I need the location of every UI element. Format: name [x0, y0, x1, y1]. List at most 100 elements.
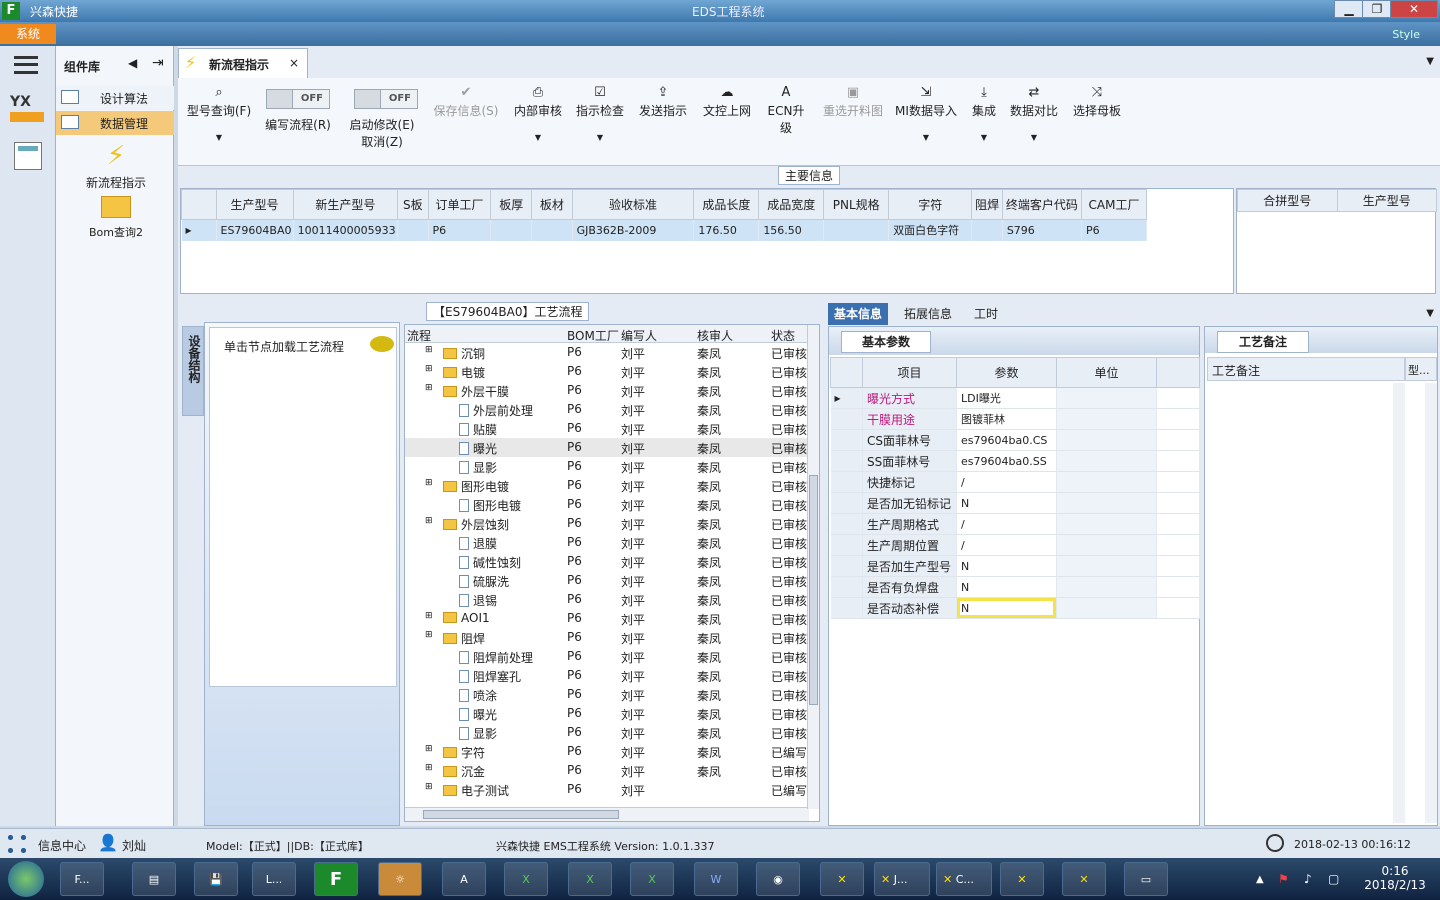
column-header[interactable]: 板厚: [490, 189, 533, 220]
tree-node[interactable]: 显影 P6 刘平 秦凤 已审核: [405, 457, 819, 476]
param-value[interactable]: N: [956, 492, 1057, 514]
grid-cell[interactable]: P6: [1081, 219, 1148, 241]
tree-node[interactable]: ⊞ 电镀 P6 刘平 秦凤 已审核: [405, 362, 819, 381]
column-header[interactable]: 字符: [888, 189, 973, 220]
param-value[interactable]: es79604ba0.CS: [956, 429, 1057, 451]
expand-toggle-icon[interactable]: ⊞: [425, 478, 433, 488]
tray-expand-icon[interactable]: ▲: [1256, 874, 1264, 885]
column-header[interactable]: PNL规格: [823, 189, 890, 220]
param-row[interactable]: 干膜用途 图镀菲林: [830, 408, 1200, 430]
tree-node[interactable]: ⊞ 阻焊 P6 刘平 秦凤 已审核: [405, 628, 819, 647]
column-header[interactable]: 生产型号: [215, 189, 294, 220]
column-header[interactable]: 单位: [1056, 357, 1157, 388]
param-item[interactable]: 生产周期格式: [862, 513, 957, 535]
start-edit-toggle[interactable]: OFF: [354, 89, 418, 109]
param-unit[interactable]: [1056, 555, 1157, 577]
param-item[interactable]: 是否动态补偿: [862, 597, 957, 619]
tree-node[interactable]: 退锡 P6 刘平 秦凤 已审核: [405, 590, 819, 609]
grid-cell[interactable]: ES79604BA0: [216, 219, 294, 241]
param-unit[interactable]: [1056, 534, 1157, 556]
taskbar-app-word[interactable]: W: [694, 862, 738, 896]
yx-app-icon[interactable]: YX: [10, 94, 44, 126]
param-row[interactable]: SS面菲林号 es79604ba0.SS: [830, 450, 1200, 472]
param-unit[interactable]: [1056, 408, 1157, 430]
column-header[interactable]: 新生产型号: [292, 189, 399, 220]
grid-cell[interactable]: [531, 219, 573, 241]
launcher-new-flow[interactable]: ⚡ 新流程指示: [78, 138, 154, 191]
column-header[interactable]: 成品长度: [693, 189, 760, 220]
tree-node[interactable]: ⊞ 电子测试 P6 刘平 已编写: [405, 780, 819, 799]
param-unit[interactable]: [1056, 576, 1157, 598]
param-unit[interactable]: [1056, 429, 1157, 451]
expand-toggle-icon[interactable]: ⊞: [425, 383, 433, 393]
row-selector[interactable]: [830, 492, 863, 514]
tab-close-icon[interactable]: ×: [289, 56, 299, 70]
side-tab-equipment[interactable]: 设备结构: [182, 326, 204, 416]
taskbar-app-excel-2[interactable]: X: [568, 862, 612, 896]
param-unit[interactable]: [1056, 597, 1157, 619]
grid-cell[interactable]: S796: [1002, 219, 1082, 241]
tree-node[interactable]: 碱性蚀刻 P6 刘平 秦凤 已审核: [405, 552, 819, 571]
param-unit[interactable]: [1056, 513, 1157, 535]
column-header[interactable]: 订单工厂: [427, 189, 492, 220]
param-item[interactable]: SS面菲林号: [862, 450, 957, 472]
tree-node[interactable]: ⊞ 外层干膜 P6 刘平 秦凤 已审核: [405, 381, 819, 400]
param-value[interactable]: /: [956, 471, 1057, 493]
tree-node[interactable]: 退膜 P6 刘平 秦凤 已审核: [405, 533, 819, 552]
grid-cell[interactable]: 176.50: [693, 219, 760, 241]
taskbar-app-j[interactable]: ✕ J...: [874, 862, 930, 896]
tab-basic-info[interactable]: 基本信息: [828, 303, 889, 325]
column-header[interactable]: 合拼型号: [1237, 189, 1338, 212]
tray-clock[interactable]: 0:16 2018/2/13: [1360, 864, 1430, 892]
row-selector[interactable]: ▸: [830, 387, 863, 409]
row-selector[interactable]: [830, 429, 863, 451]
tray-network-icon[interactable]: ⚑: [1278, 872, 1289, 886]
cancel-button[interactable]: 取消(Z): [342, 133, 422, 150]
param-item[interactable]: CS面菲林号: [862, 429, 957, 451]
expand-toggle-icon[interactable]: ⊞: [425, 516, 433, 526]
tree-column-header[interactable]: 状态: [771, 327, 795, 344]
expand-toggle-icon[interactable]: ⊞: [425, 364, 433, 374]
tree-column-header[interactable]: 核审人: [697, 327, 733, 344]
param-value[interactable]: /: [956, 534, 1057, 556]
grid-cell[interactable]: [397, 219, 429, 241]
param-row[interactable]: 生产周期格式 /: [830, 513, 1200, 535]
integrate-button[interactable]: ⤓ 集成 ▼: [968, 84, 1000, 142]
internal-review-button[interactable]: ⎙ 内部审核 ▼: [512, 84, 564, 142]
minimize-button[interactable]: ▁: [1334, 0, 1364, 18]
tray-display-icon[interactable]: ▢: [1328, 872, 1339, 886]
param-unit[interactable]: [1056, 387, 1157, 409]
ecn-upgrade-button[interactable]: A ECN升级: [762, 84, 810, 136]
collapse-left-icon[interactable]: ◀: [128, 56, 137, 70]
data-compare-button[interactable]: ⇄ 数据对比 ▼: [1008, 84, 1060, 142]
pin-icon[interactable]: ⇥: [152, 55, 164, 71]
doc-upload-button[interactable]: ☁ 文控上网: [700, 84, 754, 119]
type-query-button[interactable]: ⌕ 型号查询(F) ▼: [184, 84, 254, 142]
row-selector[interactable]: [830, 471, 863, 493]
vertical-scrollbar[interactable]: [807, 325, 819, 809]
tab-extended-info[interactable]: 拓展信息: [898, 303, 958, 325]
indication-check-button[interactable]: ☑ 指示检查 ▼: [574, 84, 626, 142]
tree-node[interactable]: 硫脲洗 P6 刘平 秦凤 已审核: [405, 571, 819, 590]
taskbar-app-excel-3[interactable]: X: [630, 862, 674, 896]
taskbar-app-l[interactable]: L...: [252, 862, 296, 896]
reselect-material-button[interactable]: ▣ 重选开料图: [820, 84, 886, 119]
mi-import-button[interactable]: ⇲ MI数据导入 ▼: [894, 84, 958, 142]
param-value[interactable]: 图镀菲林: [956, 408, 1057, 430]
param-row[interactable]: 是否动态补偿 N: [830, 597, 1200, 619]
row-selector[interactable]: [830, 450, 863, 472]
tree-node[interactable]: 显影 P6 刘平 秦凤 已审核: [405, 723, 819, 742]
grid-cell[interactable]: [971, 219, 1003, 241]
row-selector[interactable]: [830, 534, 863, 556]
select-mother-board-button[interactable]: ⤨ 选择母板: [1070, 84, 1124, 119]
system-menu-button[interactable]: 系统: [0, 24, 56, 44]
tab-dropdown-icon[interactable]: ▼: [1426, 56, 1434, 67]
tree-node[interactable]: ⊞ 沉金 P6 刘平 秦凤 已审核: [405, 761, 819, 780]
column-header[interactable]: 项目: [862, 357, 957, 388]
style-label[interactable]: Style: [1392, 28, 1420, 41]
remarks-scrollbar-2[interactable]: [1425, 383, 1437, 823]
taskbar-app-c[interactable]: ✕ C...: [936, 862, 992, 896]
component-item-data-management[interactable]: 数据管理: [56, 111, 174, 135]
info-center-link[interactable]: 信息中心: [38, 837, 86, 854]
row-selector[interactable]: [830, 408, 863, 430]
